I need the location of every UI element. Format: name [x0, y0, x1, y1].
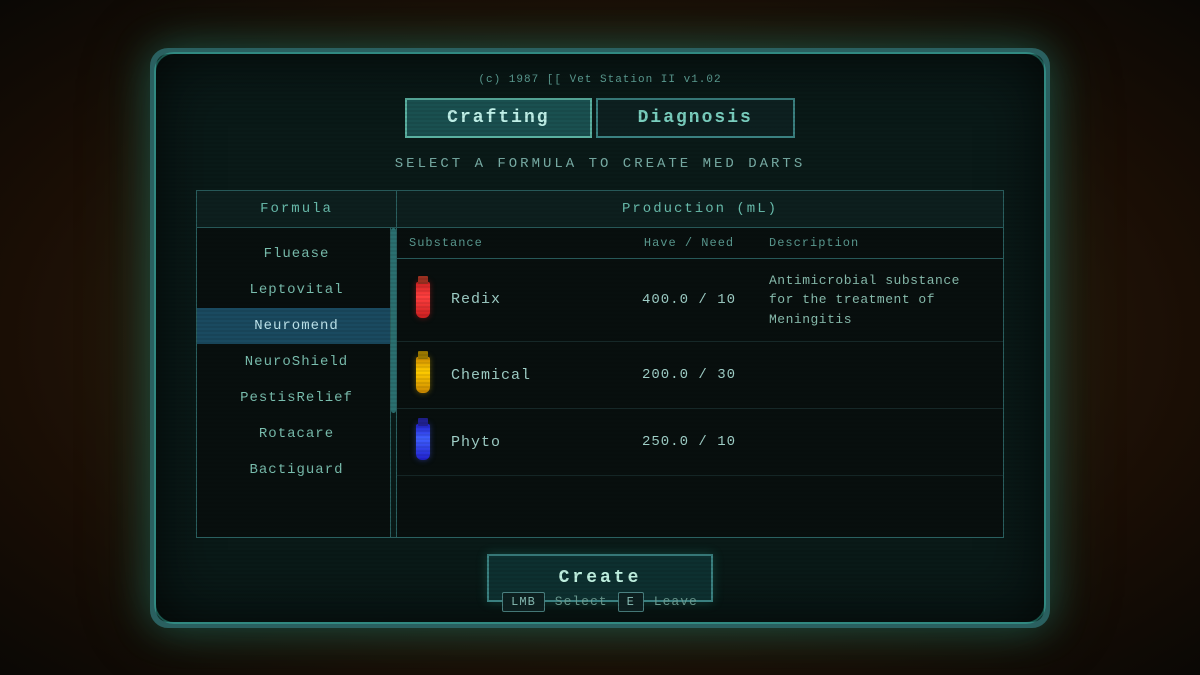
- hint-key-lmb: LMB: [502, 592, 545, 612]
- have-redix: 400.0: [642, 292, 689, 308]
- substance-chemical: Chemical: [409, 354, 609, 396]
- formula-header: Formula: [197, 191, 396, 228]
- substance-redix: Redix: [409, 279, 609, 321]
- need-redix: 10: [717, 292, 736, 308]
- production-header: Production (mL): [397, 191, 1003, 228]
- table-header: Substance Have / Need Description: [397, 228, 1003, 259]
- have-phyto: 250.0: [642, 434, 689, 450]
- separator-phyto: /: [698, 434, 717, 450]
- copyright-text: (c) 1987 [[ Vet Station II v1.02: [478, 74, 721, 86]
- col-substance: Substance: [409, 236, 609, 250]
- formula-panel: Formula Fluease Leptovital Neuromend Neu…: [197, 191, 397, 537]
- table-row: Redix 400.0 / 10 Antimicrobial substance…: [397, 259, 1003, 343]
- tab-row: Crafting Diagnosis: [405, 98, 795, 138]
- vial-red-shape: [416, 282, 430, 318]
- formula-item-bactiguard[interactable]: Bactiguard: [197, 452, 396, 488]
- vial-icon-blue: [409, 421, 437, 463]
- table-body: Redix 400.0 / 10 Antimicrobial substance…: [397, 259, 1003, 537]
- col-description: Description: [769, 236, 991, 250]
- need-phyto: 10: [717, 434, 736, 450]
- formula-item-neuromend[interactable]: Neuromend: [197, 308, 396, 344]
- main-panel: Formula Fluease Leptovital Neuromend Neu…: [196, 190, 1004, 538]
- tab-diagnosis[interactable]: Diagnosis: [596, 98, 795, 138]
- production-panel: Production (mL) Substance Have / Need De…: [397, 191, 1003, 537]
- vial-blue-shape: [416, 424, 430, 460]
- have-chemical: 200.0: [642, 367, 689, 383]
- formula-item-pestisrelief[interactable]: PestisRelief: [197, 380, 396, 416]
- substance-name-chemical: Chemical: [451, 367, 531, 384]
- tab-crafting[interactable]: Crafting: [405, 98, 591, 138]
- hint-label-leave: Leave: [654, 594, 698, 609]
- col-haveneed: Have / Need: [609, 236, 769, 250]
- hint-label-select: Select: [555, 594, 608, 609]
- description-redix: Antimicrobial substance for the treatmen…: [769, 271, 991, 330]
- haveneed-phyto: 250.0 / 10: [609, 434, 769, 450]
- substance-phyto: Phyto: [409, 421, 609, 463]
- formula-item-leptovital[interactable]: Leptovital: [197, 272, 396, 308]
- substance-name-phyto: Phyto: [451, 434, 501, 451]
- terminal-screen: (c) 1987 [[ Vet Station II v1.02 Craftin…: [150, 48, 1050, 628]
- haveneed-chemical: 200.0 / 30: [609, 367, 769, 383]
- substance-name-redix: Redix: [451, 291, 501, 308]
- separator-chemical: /: [698, 367, 717, 383]
- formula-item-fluease[interactable]: Fluease: [197, 236, 396, 272]
- separator-redix: /: [698, 292, 717, 308]
- vial-yellow-shape: [416, 357, 430, 393]
- bottom-hints: LMB Select E Leave: [502, 592, 698, 612]
- vial-icon-red: [409, 279, 437, 321]
- scrollbar-thumb: [391, 228, 396, 413]
- page-subtitle: SELECT A FORMULA TO CREATE MED DARTS: [395, 156, 805, 172]
- formula-item-rotacare[interactable]: Rotacare: [197, 416, 396, 452]
- vial-icon-yellow: [409, 354, 437, 396]
- production-table: Substance Have / Need Description Redix: [397, 228, 1003, 537]
- hint-key-e: E: [618, 592, 644, 612]
- table-row: Phyto 250.0 / 10: [397, 409, 1003, 476]
- table-row: Chemical 200.0 / 30: [397, 342, 1003, 409]
- scrollbar[interactable]: [390, 228, 396, 537]
- need-chemical: 30: [717, 367, 736, 383]
- formula-item-neuroshield[interactable]: NeuroShield: [197, 344, 396, 380]
- haveneed-redix: 400.0 / 10: [609, 292, 769, 308]
- formula-list: Fluease Leptovital Neuromend NeuroShield…: [197, 228, 396, 537]
